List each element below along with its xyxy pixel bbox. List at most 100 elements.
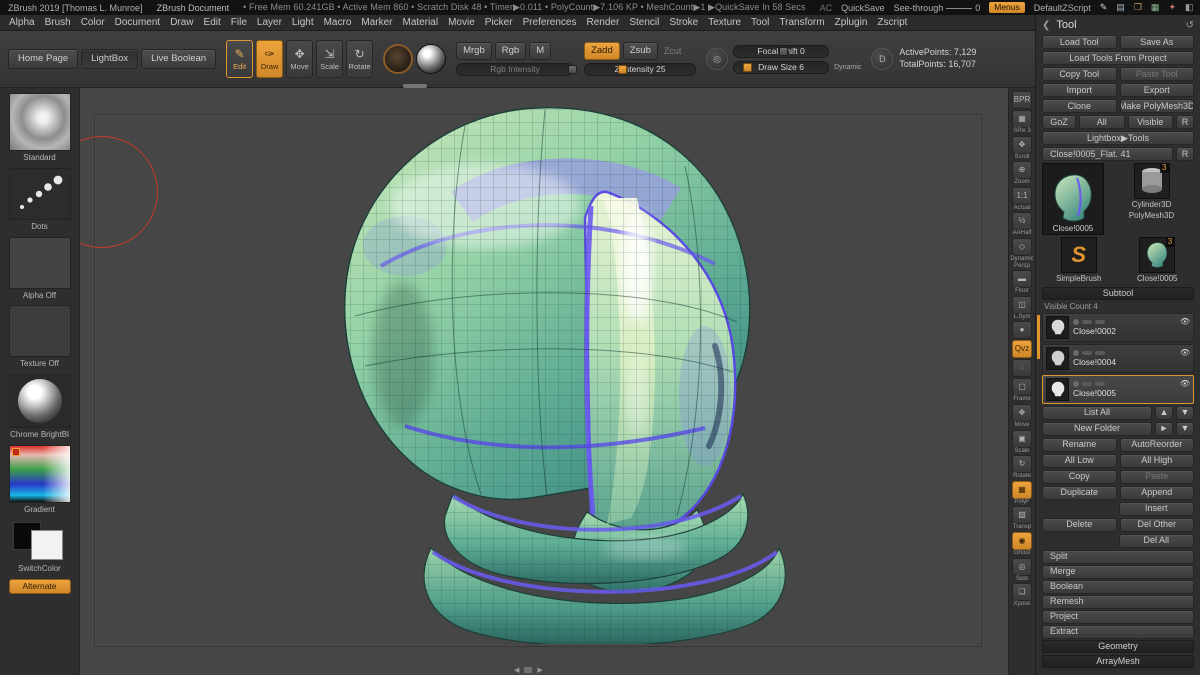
z-intensity-handle[interactable] (618, 65, 627, 74)
copy-tool-button[interactable]: Copy Tool (1042, 67, 1117, 81)
folder-down-button[interactable]: ▼ (1176, 422, 1194, 436)
goz-button[interactable]: GoZ (1042, 115, 1076, 129)
goz-all-button[interactable]: All (1079, 115, 1125, 129)
split-button[interactable]: Split (1042, 550, 1194, 564)
scroll-button[interactable]: ✥Scroll (1009, 136, 1035, 161)
menu-draw[interactable]: Draw (165, 17, 198, 28)
draw-size-handle[interactable] (743, 63, 752, 72)
zcut-label[interactable]: Zcut (661, 46, 685, 56)
menu-tool[interactable]: Tool (746, 17, 774, 28)
del-other-button[interactable]: Del Other (1120, 518, 1195, 532)
subtool-section-header[interactable]: Subtool (1042, 287, 1194, 300)
refresh-icon[interactable]: ↺ (1186, 20, 1194, 31)
pen-icon[interactable]: ✎ (1100, 2, 1108, 13)
tool-r-button[interactable]: R (1176, 147, 1194, 161)
live-boolean-button[interactable]: Live Boolean (141, 49, 216, 69)
material-thumbnail[interactable] (9, 374, 71, 428)
alpha-thumbnail[interactable] (9, 237, 71, 289)
draw-mode-button[interactable]: ✑ Draw (256, 40, 283, 78)
aahalf-button[interactable]: ½AAHalf (1009, 212, 1035, 237)
focal-shift-slider[interactable]: Focal Shift 0 (733, 45, 829, 58)
rename-button[interactable]: Rename (1042, 438, 1117, 452)
subtool-down-button[interactable]: ▼ (1176, 406, 1194, 420)
bpr-button[interactable]: BPR (1009, 91, 1035, 109)
move-mode-button[interactable]: ✥ Move (286, 40, 313, 78)
zsub-button[interactable]: Zsub (623, 42, 658, 60)
folder-move-button[interactable]: ► (1155, 422, 1173, 436)
z-intensity-slider[interactable]: Z Intensity 25 (584, 63, 696, 76)
subtool-pill[interactable] (1095, 351, 1105, 355)
subtool-row-close0002[interactable]: 👁 Close!0002 (1042, 313, 1194, 342)
menu-material[interactable]: Material (398, 17, 444, 28)
menu-transform[interactable]: Transform (774, 17, 829, 28)
stroke-thumbnail[interactable] (9, 168, 71, 220)
subtool-scrollbar[interactable] (1037, 315, 1040, 359)
m-button[interactable]: M (529, 42, 551, 60)
menu-marker[interactable]: Marker (356, 17, 397, 28)
export-button[interactable]: Export (1120, 83, 1195, 97)
see-through-track[interactable] (946, 8, 972, 9)
load-tools-from-project-button[interactable]: Load Tools From Project (1042, 51, 1194, 65)
make-polymesh3d-button[interactable]: Make PolyMesh3D (1120, 99, 1195, 113)
paint-icon[interactable] (1073, 319, 1079, 325)
scroll-thumb[interactable] (524, 667, 532, 673)
color-picker-thumbnail[interactable] (9, 445, 71, 503)
scale-mode-button[interactable]: ⇲ Scale (316, 40, 343, 78)
current-tool-name[interactable]: Close!0005_Flat. 41 (1042, 147, 1173, 161)
xpose-button[interactable]: ❏Xpose (1009, 583, 1035, 608)
frame-button[interactable]: ▢Frame (1009, 378, 1035, 403)
rgb-button[interactable]: Rgb (495, 42, 526, 60)
menu-zplugin[interactable]: Zplugin (830, 17, 873, 28)
subtool-pill[interactable] (1082, 382, 1092, 386)
star-icon[interactable]: ✦ (1168, 2, 1176, 13)
cylinder3d-thumbnail[interactable]: 3 (1134, 163, 1170, 199)
delete-button[interactable]: Delete (1042, 518, 1117, 532)
lsym-button[interactable]: ◫L.Sym (1009, 296, 1035, 321)
paste-subtool-button[interactable]: Paste (1120, 470, 1195, 484)
copy-subtool-button[interactable]: Copy (1042, 470, 1117, 484)
subtool-pill[interactable] (1082, 351, 1092, 355)
scale-button[interactable]: ▣Scale (1009, 430, 1035, 455)
all-high-button[interactable]: All High (1120, 454, 1195, 468)
mrgb-button[interactable]: Mrgb (456, 42, 492, 60)
rgb-intensity-handle[interactable] (568, 65, 577, 74)
default-zscript-button[interactable]: DefaultZScript (1034, 3, 1091, 13)
document-canvas[interactable]: ◀ ▶ (80, 88, 1008, 675)
move-button[interactable]: ✥Move (1009, 404, 1035, 429)
menu-picker[interactable]: Picker (480, 17, 518, 28)
subtool-pill[interactable] (1095, 382, 1105, 386)
polyframe-button[interactable]: ▦PolyF (1009, 481, 1035, 506)
half-icon[interactable]: ◧ (1185, 2, 1194, 13)
sphere-button[interactable]: ● (1009, 321, 1035, 339)
merge-button[interactable]: Merge (1042, 565, 1194, 579)
menu-movie[interactable]: Movie (443, 17, 480, 28)
actual-button[interactable]: 1:1Actual (1009, 187, 1035, 212)
draw-size-slider[interactable]: Draw Size 6 (733, 61, 829, 74)
persp-button[interactable]: ◇Dynamic Persp (1009, 238, 1035, 269)
geometry-section-header[interactable]: Geometry (1042, 640, 1194, 653)
lightbox-button[interactable]: LightBox (81, 49, 138, 69)
layers-icon[interactable]: ❐ (1134, 2, 1142, 13)
brush-thumbnail[interactable] (9, 93, 71, 151)
all-low-button[interactable]: All Low (1042, 454, 1117, 468)
project-button[interactable]: Project (1042, 610, 1194, 624)
subtool-row-close0005-selected[interactable]: 👁 Close!0005 (1042, 375, 1194, 404)
focal-shift-handle[interactable] (779, 47, 788, 56)
subtool-up-button[interactable]: ▲ (1155, 406, 1173, 420)
menu-alpha[interactable]: Alpha (4, 17, 40, 28)
rotate-mode-button[interactable]: ↻ Rotate (346, 40, 373, 78)
menu-stencil[interactable]: Stencil (624, 17, 664, 28)
scroll-right-arrow[interactable]: ▶ (537, 666, 542, 674)
mask-button[interactable]: ◌ (1009, 359, 1035, 377)
menu-color[interactable]: Color (76, 17, 110, 28)
transparency-button[interactable]: ▨Transp (1009, 506, 1035, 531)
autoreorder-button[interactable]: AutoReorder (1120, 438, 1195, 452)
dynamic-label[interactable]: Dynamic (834, 64, 861, 74)
subtool-pill[interactable] (1095, 320, 1105, 324)
simplebrush-cell[interactable]: S SimpleBrush (1042, 237, 1116, 284)
arraymesh-section-header[interactable]: ArrayMesh (1042, 655, 1194, 668)
qvz-button[interactable]: Qvz (1009, 340, 1035, 358)
eye-icon[interactable]: 👁 (1180, 318, 1190, 326)
quicksave-button[interactable]: QuickSave (841, 3, 885, 13)
import-button[interactable]: Import (1042, 83, 1117, 97)
